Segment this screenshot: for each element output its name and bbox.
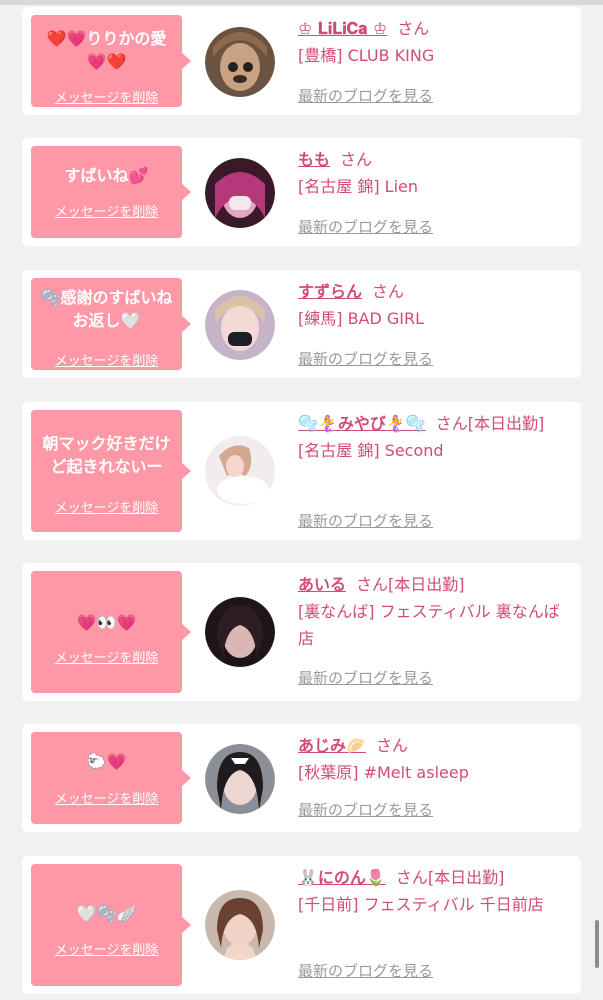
latest-blog-link[interactable]: 最新のブログを見る [298,510,433,531]
honorific: さん [397,19,430,38]
delete-message-link[interactable]: メッセージを削除 [31,939,182,958]
message-bubble: ❤️💗りりかの愛 💗❤️ メッセージを削除 [31,15,191,107]
message-bubble: 朝マック好きだけ ど起きれないー メッセージを削除 [31,410,191,532]
avatar[interactable] [205,744,275,814]
latest-blog-link[interactable]: 最新のブログを見る [298,960,433,981]
message-text: 🤍🫧🪽 [76,904,137,923]
sender-name-link[interactable]: あじみ🥟 [298,736,366,755]
delete-message-link[interactable]: メッセージを削除 [31,647,182,666]
delete-message-link[interactable]: メッセージを削除 [31,87,182,106]
message-card: 🐑💗 メッセージを削除 あじみ🥟 さん [秋葉原] #Melt asleep 最新… [22,724,581,832]
message-card: 朝マック好きだけ ど起きれないー メッセージを削除 🫧🧜‍♀️みやび🧜‍♀️🫧 さ… [22,402,581,540]
sender-name-link[interactable]: あいる [298,575,346,594]
sender-info: もも さん [名古屋 錦] Lien [298,146,563,200]
honorific: さん [340,150,373,169]
avatar[interactable] [205,290,275,360]
message-bubble: 🐑💗 メッセージを削除 [31,732,191,824]
latest-blog-link[interactable]: 最新のブログを見る [298,799,433,820]
sender-info: 🫧🧜‍♀️みやび🧜‍♀️🫧 さん[本日出勤] [名古屋 錦] Second [298,410,563,464]
delete-message-link[interactable]: メッセージを削除 [31,497,182,516]
shop-label: [秋葉原] #Melt asleep [298,763,469,782]
message-text: ❤️💗りりかの愛 💗❤️ [46,29,167,71]
sender-info: 🐰にのん🌷 さん[本日出勤] [千日前] フェスティバル 千日前店 [298,864,563,918]
avatar[interactable] [205,436,275,506]
shop-label: [名古屋 錦] Second [298,441,444,460]
honorific: さん [372,282,405,301]
honorific: さん [375,736,408,755]
latest-blog-link[interactable]: 最新のブログを見る [298,216,433,237]
message-text: 💗👀💗 [76,613,137,632]
message-text: 🫧感謝のすばいね お返し🤍 [40,288,173,330]
message-bubble: すばいね💕 メッセージを削除 [31,146,191,238]
message-card: 🫧感謝のすばいね お返し🤍 メッセージを削除 すずらん さん [練馬] BAD G… [22,270,581,378]
delete-message-link[interactable]: メッセージを削除 [31,201,182,220]
message-bubble: 🫧感謝のすばいね お返し🤍 メッセージを削除 [31,278,191,370]
message-bubble: 🤍🫧🪽 メッセージを削除 [31,864,191,986]
message-card: ❤️💗りりかの愛 💗❤️ メッセージを削除 ♔ 𝐋𝐢𝐋𝐢𝐂𝐚 ♔ さん [豊橋] … [22,7,581,115]
message-card: 💗👀💗 メッセージを削除 あいる さん[本日出勤] [裏なんば] フェスティバル … [22,563,581,701]
sender-name-link[interactable]: もも [298,150,330,169]
sender-name-link[interactable]: 🐰にのん🌷 [298,868,386,887]
sender-info: あいる さん[本日出勤] [裏なんば] フェスティバル 裏なんば店 [298,571,563,652]
shop-label: [裏なんば] フェスティバル 裏なんば店 [298,602,560,648]
message-card: 🤍🫧🪽 メッセージを削除 🐰にのん🌷 さん[本日出勤] [千日前] フェスティバル… [22,856,581,994]
latest-blog-link[interactable]: 最新のブログを見る [298,667,433,688]
message-bubble: 💗👀💗 メッセージを削除 [31,571,191,693]
shop-label: [名古屋 錦] Lien [298,177,419,196]
sender-name-link[interactable]: すずらん [298,282,362,301]
avatar[interactable] [205,890,275,960]
sender-info: あじみ🥟 さん [秋葉原] #Melt asleep [298,732,563,786]
sender-name-link[interactable]: 🫧🧜‍♀️みやび🧜‍♀️🫧 [298,414,426,433]
message-text: 朝マック好きだけ ど起きれないー [42,434,171,476]
avatar[interactable] [205,158,275,228]
message-text: 🐑💗 [86,752,127,771]
message-text: すばいね💕 [64,166,149,185]
latest-blog-link[interactable]: 最新のブログを見る [298,348,433,369]
shop-label: [練馬] BAD GIRL [298,309,425,328]
honorific: さん[本日出勤] [356,575,465,594]
message-card: すばいね💕 メッセージを削除 もも さん [名古屋 錦] Lien 最新のブログを… [22,138,581,246]
avatar[interactable] [205,597,275,667]
sender-info: ♔ 𝐋𝐢𝐋𝐢𝐂𝐚 ♔ さん [豊橋] CLUB KING [298,15,563,69]
shop-label: [千日前] フェスティバル 千日前店 [298,895,544,914]
shop-label: [豊橋] CLUB KING [298,46,435,65]
avatar[interactable] [205,27,275,97]
scrollbar[interactable] [595,920,599,968]
delete-message-link[interactable]: メッセージを削除 [31,350,182,369]
top-edge [0,0,603,5]
delete-message-link[interactable]: メッセージを削除 [31,788,182,807]
honorific: さん[本日出勤] [395,868,505,887]
sender-name-link[interactable]: ♔ 𝐋𝐢𝐋𝐢𝐂𝐚 ♔ [298,19,387,38]
honorific: さん[本日出勤] [435,414,545,433]
latest-blog-link[interactable]: 最新のブログを見る [298,85,433,106]
sender-info: すずらん さん [練馬] BAD GIRL [298,278,563,332]
